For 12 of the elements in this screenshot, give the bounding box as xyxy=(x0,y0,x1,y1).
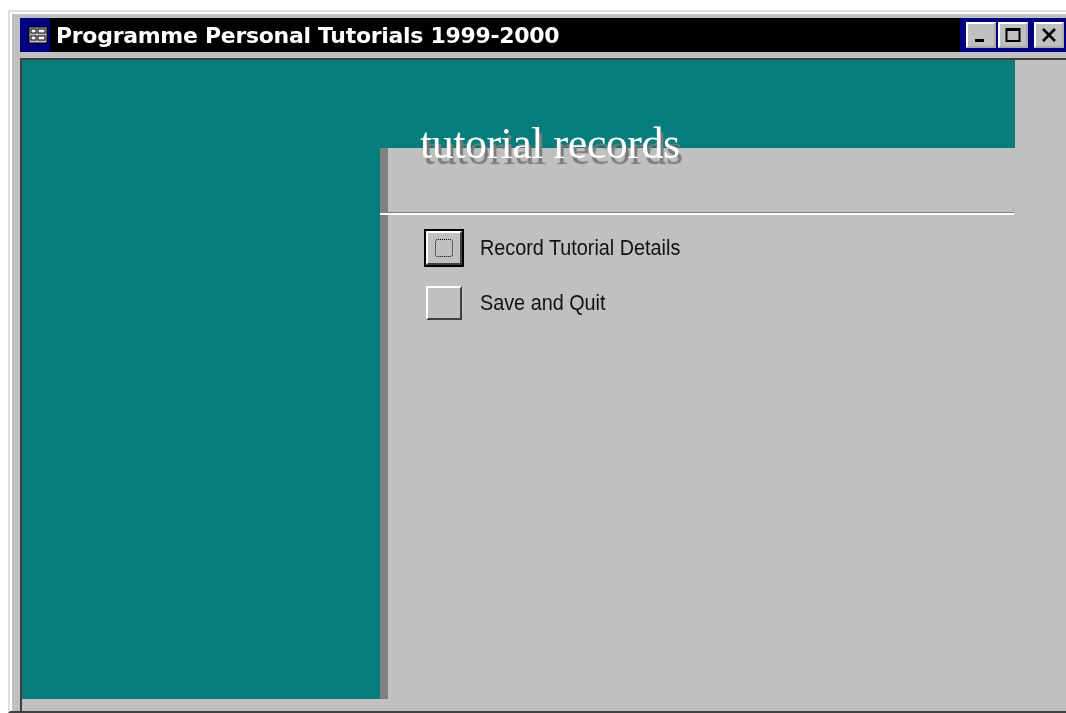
button-label: Record Tutorial Details xyxy=(480,235,681,261)
minimize-icon xyxy=(975,38,984,42)
form-icon xyxy=(28,26,48,44)
maximize-button[interactable] xyxy=(998,22,1028,48)
command-button[interactable] xyxy=(426,286,462,320)
close-icon xyxy=(1041,27,1057,43)
button-label: Save and Quit xyxy=(480,290,606,316)
command-button[interactable] xyxy=(426,231,462,265)
close-button[interactable] xyxy=(1034,22,1064,48)
maximize-icon xyxy=(1005,27,1021,43)
minimize-button[interactable] xyxy=(966,22,996,48)
window-title: Programme Personal Tutorials 1999-2000 xyxy=(56,22,560,48)
